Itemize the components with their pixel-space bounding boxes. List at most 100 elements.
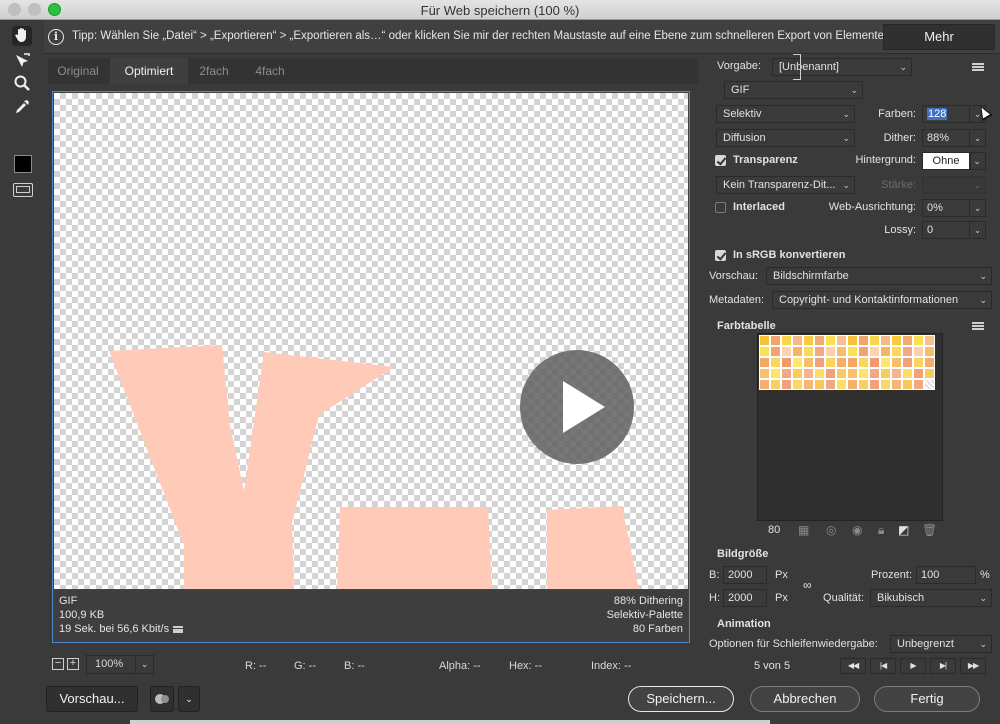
color-swatch[interactable] xyxy=(858,357,869,368)
color-swatch[interactable] xyxy=(880,335,891,346)
color-swatch[interactable] xyxy=(924,357,935,368)
color-swatch[interactable] xyxy=(902,346,913,357)
color-swatch[interactable] xyxy=(891,379,902,390)
eyedropper-color-swatch[interactable] xyxy=(14,155,32,173)
slice-select-icon[interactable] xyxy=(12,52,32,72)
color-swatch[interactable] xyxy=(825,368,836,379)
color-swatch[interactable] xyxy=(902,357,913,368)
play-animation-button[interactable]: ▶ xyxy=(900,658,926,674)
eyedropper-icon[interactable] xyxy=(12,98,32,118)
color-swatch[interactable] xyxy=(869,368,880,379)
lock-icon[interactable]: 🔒︎ xyxy=(878,523,884,538)
zoom-level-select[interactable]: 100% ⌄ xyxy=(86,655,154,674)
preview-mode-select[interactable]: Bildschirmfarbe ⌄ xyxy=(766,267,992,285)
color-swatch[interactable] xyxy=(891,368,902,379)
quality-select[interactable]: Bikubisch ⌄ xyxy=(870,589,992,607)
color-swatch[interactable] xyxy=(858,346,869,357)
color-swatch[interactable] xyxy=(770,346,781,357)
color-swatch[interactable] xyxy=(814,379,825,390)
color-swatch[interactable] xyxy=(880,368,891,379)
web-shift-icon[interactable]: ◎ xyxy=(826,523,836,537)
color-swatch[interactable] xyxy=(891,357,902,368)
trash-icon[interactable]: 🗑︎ xyxy=(922,523,937,537)
color-swatch[interactable] xyxy=(836,357,847,368)
color-swatch[interactable] xyxy=(814,346,825,357)
transparency-checkbox[interactable] xyxy=(715,155,726,166)
color-reduction-select[interactable]: Selektiv ⌄ xyxy=(716,105,855,123)
color-swatch[interactable] xyxy=(880,357,891,368)
tab-4up[interactable]: 4fach xyxy=(244,58,296,84)
download-speed-menu-icon[interactable] xyxy=(173,625,184,633)
color-swatch[interactable] xyxy=(924,335,935,346)
color-swatch[interactable] xyxy=(792,357,803,368)
color-swatch[interactable] xyxy=(792,335,803,346)
optimized-preview-pane[interactable]: GIF 100,9 KB 19 Sek. bei 56,6 Kbit/s 88%… xyxy=(52,91,690,643)
zoom-in-button[interactable]: + xyxy=(67,658,79,670)
toggle-slices-icon[interactable] xyxy=(13,183,33,197)
web-safe-icon[interactable]: ◉ xyxy=(852,523,862,537)
color-swatch[interactable] xyxy=(792,368,803,379)
tab-2up[interactable]: 2fach xyxy=(188,58,240,84)
hand-icon[interactable] xyxy=(12,26,32,46)
color-swatch[interactable] xyxy=(836,368,847,379)
loop-options-select[interactable]: Unbegrenzt ⌄ xyxy=(890,635,992,653)
interlaced-checkbox[interactable] xyxy=(715,202,726,213)
color-swatch[interactable] xyxy=(913,335,924,346)
color-swatch[interactable] xyxy=(902,379,913,390)
srgb-checkbox[interactable] xyxy=(715,250,726,261)
dither-algorithm-select[interactable]: Diffusion ⌄ xyxy=(716,129,855,147)
color-swatch[interactable] xyxy=(792,379,803,390)
color-swatch[interactable] xyxy=(781,346,792,357)
color-table[interactable] xyxy=(757,333,943,521)
color-swatch[interactable] xyxy=(770,335,781,346)
color-swatch[interactable] xyxy=(825,346,836,357)
done-button[interactable]: Fertig xyxy=(874,686,980,712)
color-swatch[interactable] xyxy=(880,346,891,357)
color-swatch[interactable] xyxy=(825,379,836,390)
color-swatch[interactable] xyxy=(847,368,858,379)
color-swatch[interactable] xyxy=(913,368,924,379)
color-swatch[interactable] xyxy=(902,368,913,379)
image-canvas[interactable] xyxy=(54,93,688,589)
last-frame-button[interactable]: ▶▶ xyxy=(960,658,986,674)
color-swatch[interactable] xyxy=(759,335,770,346)
color-swatch[interactable] xyxy=(924,368,935,379)
color-swatch[interactable] xyxy=(825,357,836,368)
color-swatch[interactable] xyxy=(814,368,825,379)
color-swatch[interactable] xyxy=(880,379,891,390)
height-field[interactable]: 2000 xyxy=(723,589,767,607)
magnifier-icon[interactable] xyxy=(12,74,32,94)
color-swatch[interactable] xyxy=(836,346,847,357)
new-color-icon[interactable]: ◩ xyxy=(898,523,909,537)
color-swatch[interactable] xyxy=(814,357,825,368)
color-swatch[interactable] xyxy=(913,346,924,357)
color-swatch[interactable] xyxy=(847,357,858,368)
matte-field[interactable]: Ohne xyxy=(922,152,970,170)
color-swatch[interactable] xyxy=(902,335,913,346)
file-format-select[interactable]: GIF ⌄ xyxy=(724,81,863,99)
web-snap-field[interactable]: 0% ⌄ xyxy=(922,199,986,217)
color-swatch[interactable] xyxy=(913,379,924,390)
more-button[interactable]: Mehr xyxy=(883,24,995,50)
browser-icon[interactable] xyxy=(150,686,174,712)
transparency-dither-select[interactable]: Kein Transparenz-Dit... ⌄ xyxy=(716,176,855,194)
save-button[interactable]: Speichern... xyxy=(628,686,734,712)
color-swatch[interactable] xyxy=(781,357,792,368)
color-swatch[interactable] xyxy=(924,379,935,390)
color-swatch[interactable] xyxy=(759,346,770,357)
color-swatch[interactable] xyxy=(869,335,880,346)
color-swatch[interactable] xyxy=(792,346,803,357)
color-swatch[interactable] xyxy=(858,335,869,346)
color-swatch[interactable] xyxy=(891,335,902,346)
color-swatch[interactable] xyxy=(803,335,814,346)
color-swatch[interactable] xyxy=(770,379,781,390)
color-swatch[interactable] xyxy=(814,335,825,346)
color-swatch[interactable] xyxy=(803,346,814,357)
preview-in-browser-button[interactable]: Vorschau... xyxy=(46,686,138,712)
color-swatch[interactable] xyxy=(825,335,836,346)
previous-frame-button[interactable]: |◀ xyxy=(870,658,896,674)
color-swatch[interactable] xyxy=(781,368,792,379)
matte-dropdown[interactable]: ⌄ xyxy=(970,152,986,170)
color-swatch[interactable] xyxy=(770,357,781,368)
color-swatch[interactable] xyxy=(770,368,781,379)
